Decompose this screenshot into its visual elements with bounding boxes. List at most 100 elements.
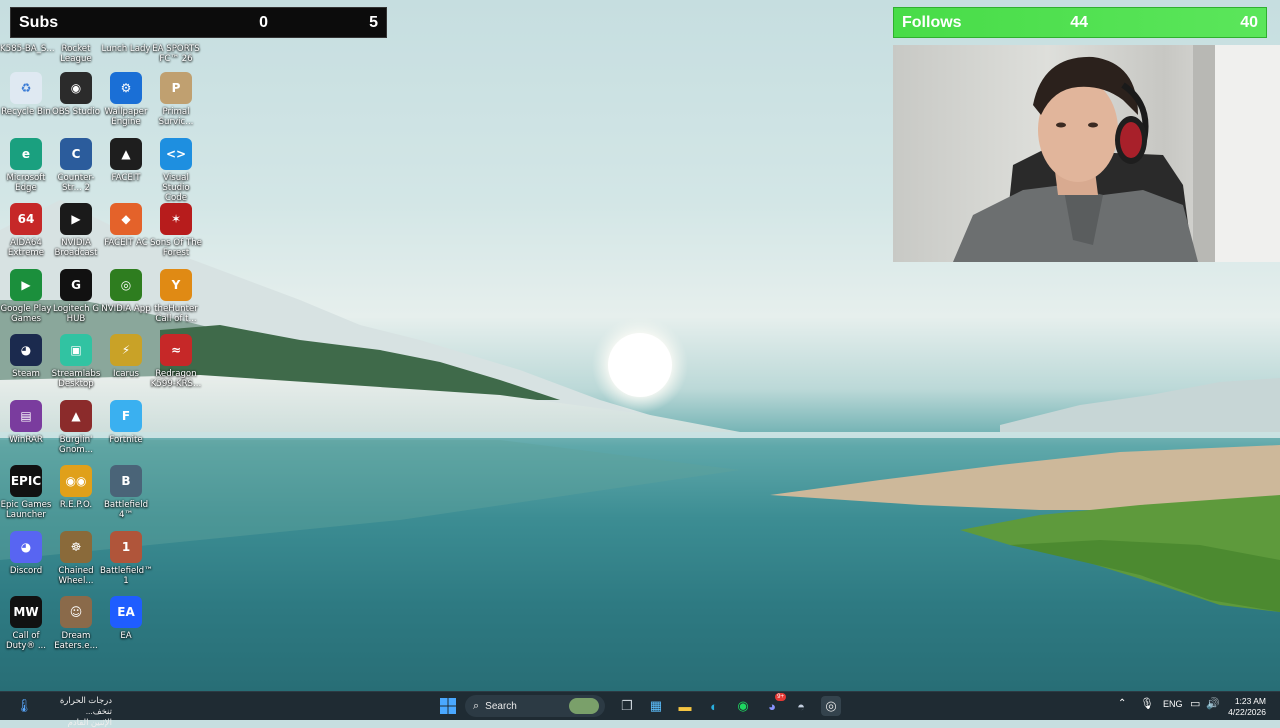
follows-label: Follows	[902, 13, 962, 31]
desktop-icon-faceit[interactable]: ▲ FACEIT	[100, 137, 152, 183]
desktop-icon-label: NVIDIA Broadcast	[54, 238, 98, 258]
desktop-icon-logitech-ghub[interactable]: G Logitech G HUB	[50, 268, 102, 324]
desktop-icon-label: Burglin' Gnom...	[59, 434, 93, 455]
desktop-icon-thehunter[interactable]: YtheHunter Call of t...	[150, 268, 202, 324]
desktop-icon-label: R.E.P.O.	[59, 500, 93, 510]
search-icon: ⌕	[473, 699, 480, 712]
sons-of-the-forest-icon: ✶	[160, 203, 192, 235]
battlefield4-icon: B	[110, 465, 142, 497]
desktop-icon-label: Chained Wheel...	[58, 565, 94, 586]
desktop-icon-label: Primal Survic...	[158, 107, 194, 127]
desktop-icon-label: FACEIT	[111, 172, 141, 183]
follows-current: 44	[1070, 13, 1088, 31]
ea-icon: EA	[110, 596, 142, 628]
desktop-icon-google-play-games[interactable]: ▶ Google Play Games	[0, 268, 52, 324]
webcam-feed	[893, 45, 1280, 262]
subs-current: 0	[259, 13, 268, 31]
obs-icon: ◉	[60, 72, 92, 104]
desktop-icon-nvidia-broadcast[interactable]: ▶ NVIDIA Broadcast	[50, 203, 102, 258]
desktop-icon-faceit-ac[interactable]: ◆ FACEIT AC	[100, 203, 152, 248]
desktop-icon-epic-games[interactable]: EPIC Epic Games Launcher	[0, 465, 52, 520]
taskbar-search[interactable]: ⌕ Search	[465, 695, 605, 717]
desktop-icon-icarus[interactable]: ⚡ Icarus	[100, 334, 152, 379]
edge-taskbar-icon[interactable]: ◐	[704, 696, 724, 716]
show-hidden-icons-chevron[interactable]: ⌃	[1118, 698, 1126, 709]
search-placeholder: Search	[485, 700, 517, 712]
clock-date: 4/22/2026	[1228, 707, 1266, 717]
desktop-icon-fortnite[interactable]: F Fortnite	[100, 399, 152, 445]
desktop-icon-ea-sports-fc[interactable]: EA SPORTS FC™ 26	[150, 41, 202, 64]
thehunter-icon: Y	[160, 268, 192, 301]
desktop-icon-repo[interactable]: ◉◉ R.E.P.O.	[50, 465, 102, 510]
desktop-icon-label: WinRAR	[9, 434, 43, 445]
desktop-icon-nvidia-app[interactable]: ◎ NVIDIA App	[100, 268, 152, 314]
epic-games-icon: EPIC	[10, 465, 42, 497]
aida64-icon: 64	[10, 203, 42, 235]
clock-time: 1:23 AM	[1234, 696, 1266, 706]
desktop-icon-label: Sons Of The Forest	[150, 238, 202, 258]
steam-taskbar-icon[interactable]: ◓	[791, 696, 811, 716]
desktop-icon-label: Dream Eaters.e...	[54, 631, 98, 651]
desktop-icon-rocket-league[interactable]: Rocket League	[50, 41, 102, 64]
desktop-icon-label: Battlefield 4™	[103, 500, 149, 520]
taskbar-clock[interactable]: 1:23 AM 4/22/2026	[1228, 696, 1266, 718]
desktop-icon-steam[interactable]: ◕ Steam	[0, 334, 52, 379]
desktop-icon-discord[interactable]: ◕ Discord	[0, 530, 52, 576]
language-indicator[interactable]: ENG	[1163, 699, 1183, 709]
battlefield1-icon: 1	[110, 530, 142, 563]
desktop-icon-label: Logitech G HUB	[53, 303, 99, 324]
weather-widget[interactable]: 🌡 درجات الحرارة تنخف... الإثنين القادم	[14, 695, 114, 727]
desktop-icon-ea[interactable]: EA EA	[100, 596, 152, 641]
desktop-icon-winrar[interactable]: ▤ WinRAR	[0, 399, 52, 445]
microsoft-store-icon[interactable]: ▦	[646, 696, 666, 716]
microphone-icon[interactable]: 🎙	[1140, 697, 1154, 710]
desktop-icon-burglin-gnomes[interactable]: ▲ Burglin' Gnom...	[50, 399, 102, 455]
desktop-icon-sons-of-the-forest[interactable]: ✶ Sons Of The Forest	[150, 203, 202, 258]
desktop-icon-recycle-bin[interactable]: ♻ Recycle Bin	[0, 72, 52, 117]
faceit-icon: ▲	[110, 137, 142, 170]
desktop-icon-k585[interactable]: K585-BA_S...	[0, 41, 55, 54]
desktop-icon-label: Epic Games Launcher	[0, 500, 52, 520]
network-icon[interactable]: ▭	[1190, 697, 1200, 710]
desktop-icon-call-of-duty[interactable]: MW Call of Duty® ...	[0, 596, 52, 651]
nvidia-app-icon: ◎	[110, 268, 142, 301]
thermometer-icon: 🌡	[15, 698, 33, 713]
desktop-icon-label: Discord	[9, 565, 43, 576]
desktop-icon-streamlabs[interactable]: ▣ Streamlabs Desktop	[50, 334, 102, 389]
desktop-icon-vscode[interactable]: <> Visual Studio Code	[150, 137, 202, 203]
desktop-icon-primal-survival[interactable]: P Primal Survic...	[150, 72, 202, 127]
follows-goal: 40	[1240, 13, 1258, 31]
task-view-icon[interactable]: ❐	[617, 696, 637, 716]
burglin-gnomes-icon: ▲	[60, 399, 92, 432]
desktop-icon-lunch-lady[interactable]: Lunch Lady	[100, 41, 152, 54]
desktop-icon-obs[interactable]: ◉ OBS Studio	[50, 72, 102, 117]
desktop-icon-counter-strike[interactable]: C Counter-Str... 2	[50, 137, 102, 193]
desktop-icon-label: Rocket League	[60, 44, 92, 64]
winrar-icon: ▤	[10, 399, 42, 432]
file-explorer-icon[interactable]: ▬	[675, 696, 695, 716]
spotify-icon[interactable]: ◉	[733, 696, 753, 716]
desktop-icon-label: Visual Studio Code	[162, 172, 190, 203]
desktop-icon-wallpaper-engine[interactable]: ⚙ Wallpaper Engine	[100, 72, 152, 127]
desktop-icon-label: FACEIT AC	[104, 238, 148, 248]
desktop-icon-battlefield1[interactable]: 1 Battlefield™ 1	[100, 530, 153, 586]
discord-taskbar-icon[interactable]: ◕ 9+	[762, 693, 786, 716]
desktop-icon-label: Icarus	[113, 369, 139, 379]
desktop-icon-aida64[interactable]: 64 AIDA64 Extreme	[0, 203, 52, 258]
desktop-icon-battlefield4[interactable]: B Battlefield 4™	[100, 465, 152, 520]
obs-taskbar-icon[interactable]: ◎	[821, 696, 841, 716]
desktop-icon-dream-eaters[interactable]: ☺ Dream Eaters.e...	[50, 596, 102, 651]
primal-survival-icon: P	[160, 72, 192, 104]
start-button[interactable]	[438, 696, 458, 716]
volume-icon[interactable]: 🔊	[1206, 697, 1220, 710]
desktop-icon-redragon[interactable]: ≈ Redragon K599-KRS...	[150, 334, 202, 389]
fortnite-icon: F	[110, 399, 142, 432]
discord-icon: ◕	[10, 530, 42, 563]
icarus-icon: ⚡	[110, 334, 142, 366]
desktop-icon-label: Counter-Str... 2	[57, 172, 95, 193]
desktop-icon-chained-wheels[interactable]: ☸ Chained Wheel...	[50, 530, 102, 586]
desktop-icon-label: NVIDIA App	[101, 303, 151, 314]
desktop-icon-label: Wallpaper Engine	[104, 107, 148, 127]
desktop-icon-edge[interactable]: e Microsoft Edge	[0, 137, 52, 193]
counter-strike-icon: C	[60, 137, 92, 170]
